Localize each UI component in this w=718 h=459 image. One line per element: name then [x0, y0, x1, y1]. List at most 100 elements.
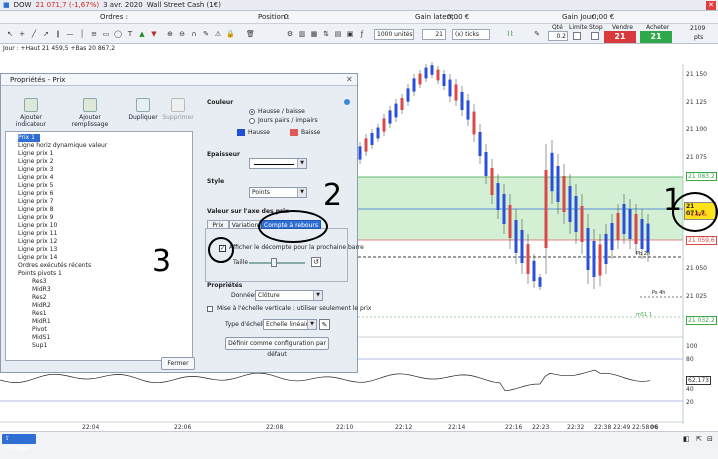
stop-checkbox[interactable]: [591, 32, 599, 40]
channel-icon[interactable]: ∥: [54, 30, 62, 38]
fibonacci-icon[interactable]: ≡: [90, 30, 98, 38]
tree-item[interactable]: Ligne horiz dynamique valeur: [18, 142, 107, 150]
up-down-radio[interactable]: [249, 109, 255, 115]
zoom-in-icon[interactable]: ⊕: [166, 30, 174, 38]
tree-sub-item[interactable]: Sup1: [32, 342, 47, 350]
line-icon[interactable]: ╱: [30, 30, 38, 38]
qty-input[interactable]: 0.2: [548, 31, 568, 41]
close-icon[interactable]: ✕: [346, 76, 354, 84]
tree-sub-item[interactable]: MidR2: [32, 302, 51, 310]
tree-item[interactable]: Ligne prix 11: [18, 230, 57, 238]
tree-item[interactable]: Ordres exécutés récents: [18, 262, 91, 270]
delete-button[interactable]: Supprimer: [161, 98, 195, 121]
crosshair-icon[interactable]: +: [18, 30, 26, 38]
tree-item[interactable]: Points pivots 1: [18, 270, 62, 278]
screen-icon[interactable]: ▣: [346, 30, 354, 38]
ticks-input[interactable]: 21: [422, 29, 446, 40]
y-label: 21 150: [686, 71, 707, 78]
alert-icon[interactable]: ⚠: [214, 30, 222, 38]
units-select[interactable]: 1000 unités: [374, 29, 414, 40]
pencil-icon[interactable]: ✎: [202, 30, 210, 38]
scale-settings-icon[interactable]: ✎: [319, 319, 330, 330]
window-close-icon[interactable]: ✕: [706, 1, 716, 10]
tab-variation[interactable]: Variation: [229, 220, 261, 229]
limit-checkbox[interactable]: [573, 32, 581, 40]
price-scale-checkbox[interactable]: [207, 306, 213, 312]
reset-icon[interactable]: ↺: [311, 257, 321, 267]
tree-item[interactable]: Ligne prix 1: [18, 150, 53, 158]
share-button[interactable]: ⇪ Partager: [2, 434, 36, 452]
add-fill-button[interactable]: Ajouter remplissage: [63, 98, 117, 128]
set-default-button[interactable]: Définir comme configuration par défaut: [225, 337, 329, 358]
tree-item[interactable]: Ligne prix 13: [18, 246, 57, 254]
up-color-swatch[interactable]: [237, 129, 245, 136]
size-slider-thumb[interactable]: [271, 258, 277, 267]
tree-item[interactable]: Ligne prix 8: [18, 206, 53, 214]
x-label: 22:10: [336, 424, 354, 431]
rectangle-icon[interactable]: ▭: [102, 30, 110, 38]
tree-item[interactable]: Ligne prix 12: [18, 238, 57, 246]
down-color-swatch[interactable]: [290, 129, 298, 136]
tree-sub-item[interactable]: Res3: [32, 278, 47, 286]
footer-tool-icon[interactable]: ⊟: [707, 435, 713, 443]
ray-icon[interactable]: ➚: [42, 30, 50, 38]
indicator-icon[interactable]: ƒ: [358, 30, 366, 38]
settings-icon[interactable]: ⚙: [286, 30, 294, 38]
layout-icon[interactable]: ▤: [334, 30, 342, 38]
add-indicator-button[interactable]: Ajouter indicateur: [9, 98, 53, 128]
cursor-icon[interactable]: ↖: [6, 30, 14, 38]
zoom-out-icon[interactable]: ⊖: [178, 30, 186, 38]
color-heading: Couleur: [207, 99, 234, 106]
candle-body: [478, 132, 482, 156]
buy-button[interactable]: 21 083,7: [640, 31, 672, 53]
order-ticket-icon[interactable]: ✎: [533, 30, 541, 38]
tree-item[interactable]: Ligne prix 10: [18, 222, 57, 230]
thickness-select[interactable]: ▼: [249, 158, 307, 169]
magnet-icon[interactable]: ∩: [190, 30, 198, 38]
spread-value: 2109: [690, 25, 706, 32]
even-odd-radio[interactable]: [249, 118, 255, 124]
tree-item[interactable]: Ligne prix 5: [18, 182, 53, 190]
tree-item[interactable]: Ligne prix 4: [18, 174, 53, 182]
close-button[interactable]: Fermer: [161, 357, 195, 370]
text-icon[interactable]: T: [126, 30, 134, 38]
tree-sub-item[interactable]: MidS1: [32, 334, 50, 342]
tree-item[interactable]: Ligne prix 14: [18, 254, 57, 262]
ellipse-icon[interactable]: ◯: [114, 30, 122, 38]
footer-tool-icon[interactable]: ◧: [683, 435, 690, 443]
tree-sub-item[interactable]: Res2: [32, 294, 47, 302]
horizontal-line-icon[interactable]: —: [66, 30, 74, 38]
scale-type-select[interactable]: Echelle linéaire ▼: [263, 319, 317, 330]
sell-button[interactable]: 21 059,7: [604, 31, 636, 53]
style-select[interactable]: Points ▼: [249, 187, 307, 198]
instrument-name[interactable]: DOW: [14, 1, 32, 9]
tree-sub-item[interactable]: Res1: [32, 310, 47, 318]
compare-icon[interactable]: ⇅: [322, 30, 330, 38]
tree-item[interactable]: Ligne prix 2: [18, 158, 53, 166]
tree-item[interactable]: Prix 1: [18, 134, 35, 142]
tree-sub-item[interactable]: MidR1: [32, 318, 51, 326]
footer-tool-icon[interactable]: ⇱: [696, 435, 702, 443]
tree-sub-item[interactable]: MidR3: [32, 286, 51, 294]
chart-mini-icon[interactable]: ⌇⌇: [502, 30, 518, 38]
chart-type-icon[interactable]: ▥: [298, 30, 306, 38]
vertical-line-icon[interactable]: │: [78, 30, 86, 38]
info-icon[interactable]: [344, 99, 350, 105]
tree-item[interactable]: Ligne prix 7: [18, 198, 53, 206]
tree-item[interactable]: Ligne prix 3: [18, 166, 53, 174]
tree-item[interactable]: Ligne prix 6: [18, 190, 53, 198]
lock-icon[interactable]: 🔒: [226, 30, 235, 38]
size-slider[interactable]: [249, 262, 305, 264]
grid-icon[interactable]: ▦: [310, 30, 318, 38]
trash-icon[interactable]: 🗑: [246, 30, 255, 38]
data-select[interactable]: Clôture ▼: [255, 290, 323, 301]
tab-price[interactable]: Prix: [207, 220, 229, 229]
arrow-down-icon[interactable]: ▼: [150, 30, 158, 38]
duplicate-button[interactable]: Dupliquer: [127, 98, 159, 121]
arrow-up-icon[interactable]: ▲: [138, 30, 146, 38]
tree-sub-item[interactable]: Pivot: [32, 326, 47, 334]
candle-body: [460, 92, 464, 110]
ticks-unit-select[interactable]: (x) ticks: [452, 29, 490, 40]
tree-item[interactable]: Ligne prix 9: [18, 214, 53, 222]
x-label: 06: [650, 424, 659, 431]
